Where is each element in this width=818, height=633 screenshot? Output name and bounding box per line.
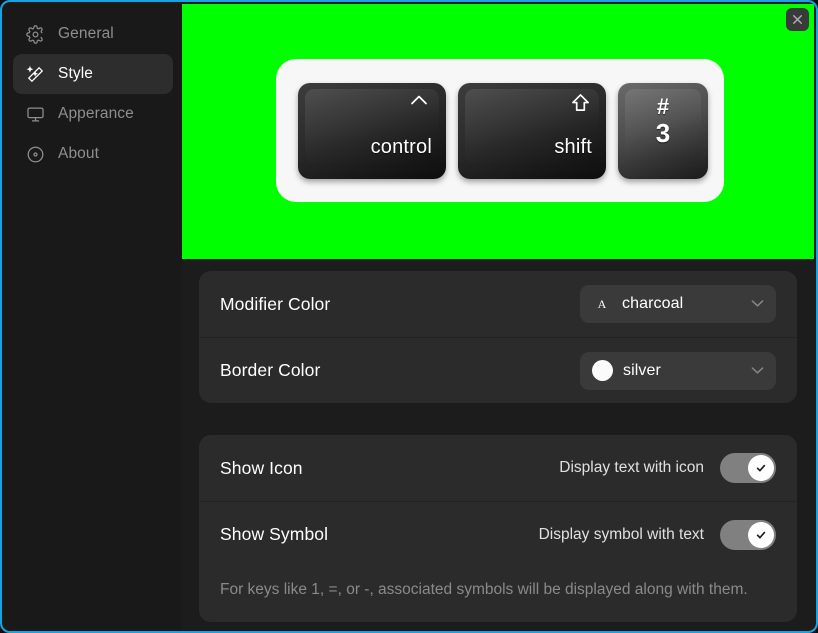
- show-symbol-description: For keys like 1, =, or -, associated sym…: [220, 581, 748, 598]
- main-content: control shift # 3 Modifier Color A charc…: [182, 4, 814, 629]
- keycap-stacked-labels: # 3: [618, 93, 708, 148]
- sidebar-item-label: Style: [58, 65, 93, 82]
- setting-subtitle: Display symbol with text: [538, 525, 704, 543]
- sidebar-item-about[interactable]: About: [13, 134, 173, 174]
- setting-subtitle: Display text with icon: [559, 459, 704, 476]
- sidebar-item-label: Apperance: [58, 105, 134, 122]
- keycap-label: control: [370, 135, 432, 158]
- show-symbol-toggle[interactable]: [720, 519, 776, 550]
- modifier-color-dropdown[interactable]: A charcoal: [580, 285, 776, 323]
- setting-row-show-icon: Show Icon Display text with icon: [199, 435, 797, 501]
- setting-title: Show Icon: [220, 457, 303, 478]
- setting-row-modifier-color: Modifier Color A charcoal: [199, 271, 797, 337]
- chevron-down-icon: [751, 295, 764, 313]
- show-icon-toggle[interactable]: [720, 453, 776, 483]
- sidebar-item-general[interactable]: General: [13, 14, 173, 54]
- color-settings-card: Modifier Color A charcoal Border Color s…: [199, 271, 797, 403]
- keycap-tray: control shift # 3: [276, 59, 724, 202]
- dropdown-value: charcoal: [622, 295, 684, 312]
- shift-arrow-icon: [571, 93, 590, 118]
- close-icon[interactable]: [786, 8, 809, 31]
- sidebar-item-apperance[interactable]: Apperance: [13, 94, 173, 134]
- text-color-a-icon: A: [597, 296, 607, 311]
- setting-row-border-color: Border Color silver: [199, 337, 797, 403]
- keycap-preview-overlay: control shift # 3: [182, 4, 814, 259]
- sidebar: General Style Apperance About: [4, 4, 182, 631]
- control-chevron-icon: [408, 93, 430, 111]
- chevron-down-icon: [751, 362, 764, 380]
- keycap-three: # 3: [618, 82, 708, 179]
- color-swatch-icon: [592, 360, 613, 381]
- monitor-icon: [25, 104, 45, 124]
- toggle-knob: [748, 455, 774, 481]
- keycap-label: shift: [554, 135, 592, 158]
- keycap-symbol: #: [656, 93, 670, 119]
- setting-title: Border Color: [220, 360, 321, 380]
- settings-list: Modifier Color A charcoal Border Color s…: [199, 271, 797, 629]
- keycap-label: 3: [655, 117, 671, 148]
- gear-icon: [25, 24, 45, 44]
- keycap-shift: shift: [458, 82, 606, 179]
- app-window: General Style Apperance About control sh…: [0, 0, 818, 633]
- sidebar-item-label: About: [58, 145, 100, 162]
- magic-wand-icon: [25, 64, 45, 84]
- setting-title: Show Symbol: [220, 524, 329, 544]
- display-settings-card: Show Icon Display text with icon Show Sy…: [199, 435, 797, 622]
- keycap-control: control: [298, 82, 446, 179]
- toggle-knob: [748, 521, 774, 548]
- info-disc-icon: [25, 144, 45, 164]
- setting-title: Modifier Color: [220, 293, 331, 314]
- setting-row-show-symbol: Show Symbol Display symbol with text: [199, 501, 797, 567]
- sidebar-item-style[interactable]: Style: [13, 54, 173, 94]
- sidebar-item-label: General: [58, 25, 114, 42]
- border-color-dropdown[interactable]: silver: [580, 351, 776, 390]
- dropdown-value: silver: [623, 361, 661, 379]
